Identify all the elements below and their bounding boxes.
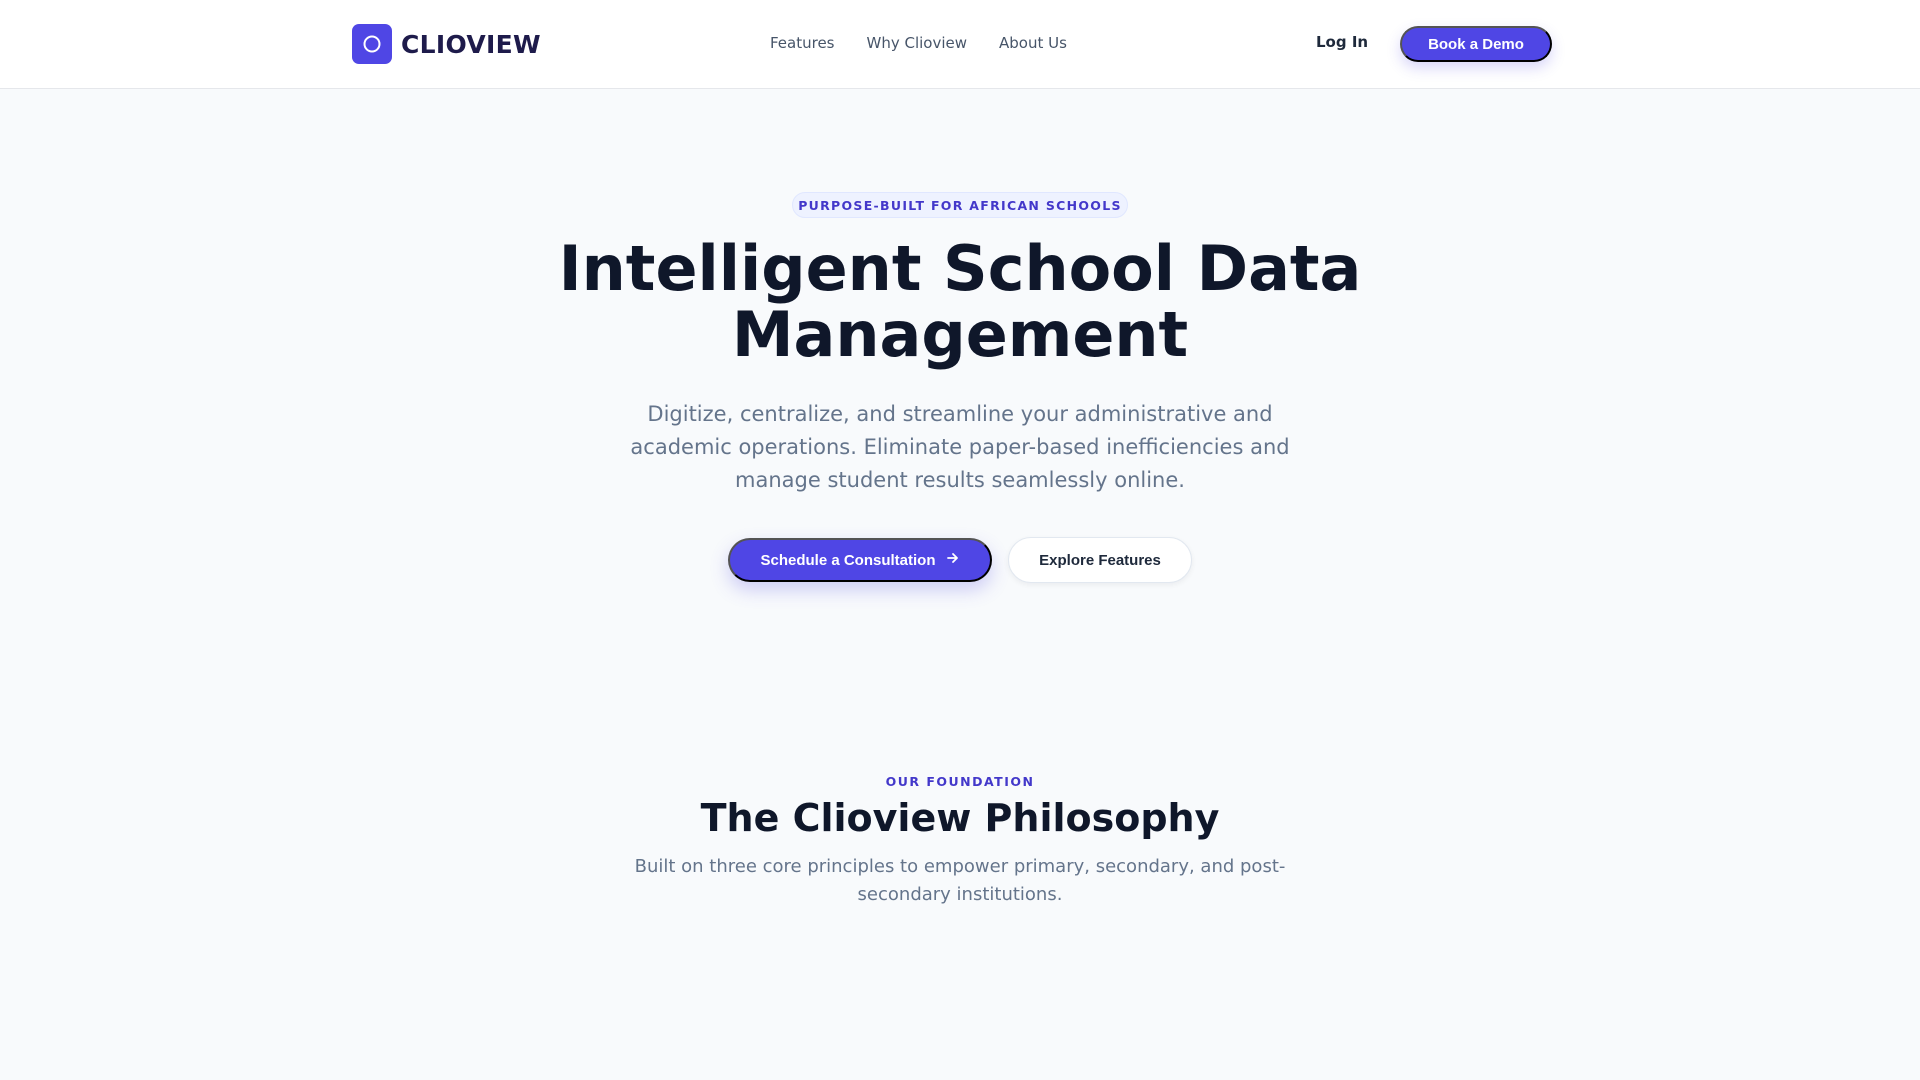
circle-logo-icon [352, 24, 392, 64]
hero-subtitle: Digitize, centralize, and streamline you… [630, 402, 1290, 492]
audience-badge: PURPOSE-BUILT FOR AFRICAN SCHOOLS [792, 192, 1128, 218]
schedule-consultation-label: Schedule a Consultation [760, 551, 936, 569]
book-demo-button[interactable]: Book a Demo [1400, 26, 1552, 62]
arrow-right-icon [946, 551, 960, 569]
section-title: The Clioview Philosophy [700, 796, 1220, 840]
nav-link-features[interactable]: Features [770, 34, 835, 52]
nav-link-about-us[interactable]: About Us [999, 34, 1067, 52]
nav-link-why-clioview[interactable]: Why Clioview [867, 34, 968, 52]
section-eyebrow: OUR FOUNDATION [885, 774, 1035, 789]
main-navigation: Features Why Clioview About Us [770, 34, 1067, 52]
schedule-consultation-button[interactable]: Schedule a Consultation [728, 538, 992, 582]
brand-logo-link[interactable]: CLIOVIEW [352, 24, 541, 64]
login-link[interactable]: Log In [1316, 33, 1368, 51]
explore-features-button[interactable]: Explore Features [1008, 537, 1192, 583]
brand-name: CLIOVIEW [401, 29, 541, 59]
section-subtitle: Built on three core principles to empowe… [634, 856, 1286, 905]
top-navbar: CLIOVIEW Features Why Clioview About Us … [0, 0, 1920, 89]
hero-title: Intelligent School Data Management [558, 232, 1362, 371]
